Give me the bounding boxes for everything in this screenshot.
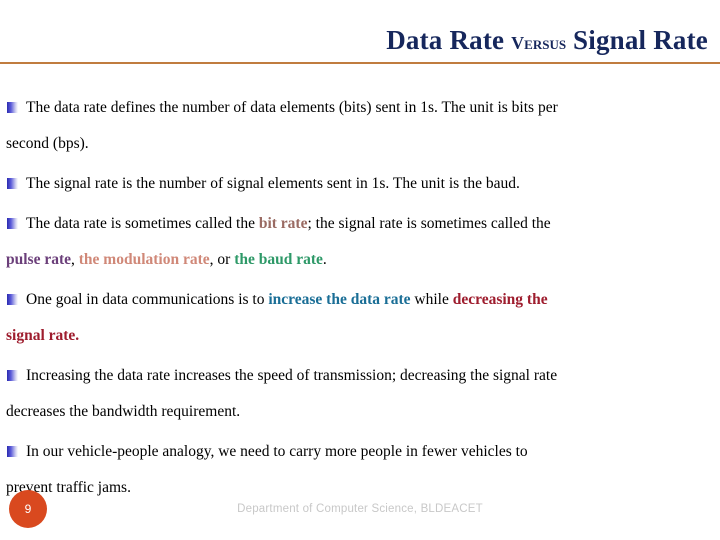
bullet-square-icon [7, 446, 18, 457]
title-part-one: Data Rate [386, 25, 512, 55]
bullet-item: The data rate is sometimes called the bi… [0, 206, 720, 278]
bullet-wrap-line: decreases the bandwidth requirement. [6, 403, 241, 420]
bullet-wrap-line: signal rate. [0, 318, 720, 354]
footer-credit: Department of Computer Science, BLDEACET [237, 503, 483, 515]
bullet-text: The data rate defines the number of data… [26, 99, 558, 116]
bullet-square-icon [7, 294, 18, 305]
bullet-item: The signal rate is the number of signal … [0, 166, 720, 202]
bullet-square-icon [7, 370, 18, 381]
text-run-pulserate: pulse rate [6, 251, 72, 268]
bullet-wrap-line: pulse rate, the modulation rate, or the … [0, 242, 720, 278]
text-run-plain: . [322, 251, 327, 268]
slide: Data Rate Versus Signal Rate The data ra… [0, 0, 720, 540]
text-run-bitrate: bit rate [258, 215, 308, 232]
page-title: Data Rate Versus Signal Rate [386, 26, 708, 54]
bullet-item: Increasing the data rate increases the s… [0, 358, 720, 430]
bullet-item: The data rate defines the number of data… [0, 90, 720, 162]
bullet-text: signal rate. [6, 327, 79, 344]
bullet-text: pulse rate, the modulation rate, or the … [6, 251, 327, 268]
text-run-plain: , [71, 251, 79, 268]
bullet-item: One goal in data communications is to in… [0, 282, 720, 354]
bullet-first-line: One goal in data communications is to in… [0, 282, 720, 318]
bullet-square-icon [7, 102, 18, 113]
bullet-square-icon [7, 218, 18, 229]
bullet-wrap-line: second (bps). [6, 135, 89, 152]
slide-body: The data rate defines the number of data… [0, 90, 720, 510]
bullet-first-line: The data rate is sometimes called the bi… [0, 206, 720, 242]
title-part-two: Signal Rate [566, 25, 708, 55]
text-run-modulation: the modulation rate [78, 251, 210, 268]
text-run-plain: , or [209, 251, 235, 268]
text-run-increase: increase the data rate [268, 291, 411, 308]
text-run-plain: ; the signal rate is sometimes called th… [307, 215, 551, 232]
bullet-text: Increasing the data rate increases the s… [26, 367, 558, 384]
text-run-plain: while [410, 291, 453, 308]
bullet-text: One goal in data communications is to in… [26, 291, 548, 308]
bullet-first-line: In our vehicle-people analogy, we need t… [0, 434, 720, 470]
bullet-text: In our vehicle-people analogy, we need t… [26, 443, 528, 460]
text-run-plain: One goal in data communications is to [26, 291, 269, 308]
text-run-decreasing: decreasing the [452, 291, 548, 308]
text-run-plain: The data rate is sometimes called the [26, 215, 259, 232]
title-divider-rule [0, 62, 720, 64]
bullet-text: The data rate is sometimes called the bi… [26, 215, 551, 232]
bullet-text: The signal rate is the number of signal … [26, 175, 520, 192]
bullet-first-line: The signal rate is the number of signal … [0, 166, 720, 202]
bullet-item: In our vehicle-people analogy, we need t… [0, 434, 720, 506]
text-run-decreasing: signal rate. [6, 327, 80, 344]
title-versus-word: Versus [511, 33, 567, 53]
bullet-wrap-line: prevent traffic jams. [6, 479, 131, 496]
text-run-baudrate: the baud rate [234, 251, 323, 268]
slide-title-area: Data Rate Versus Signal Rate [0, 26, 714, 54]
bullet-first-line: Increasing the data rate increases the s… [0, 358, 720, 394]
bullet-first-line: The data rate defines the number of data… [0, 90, 720, 126]
bullet-square-icon [7, 178, 18, 189]
